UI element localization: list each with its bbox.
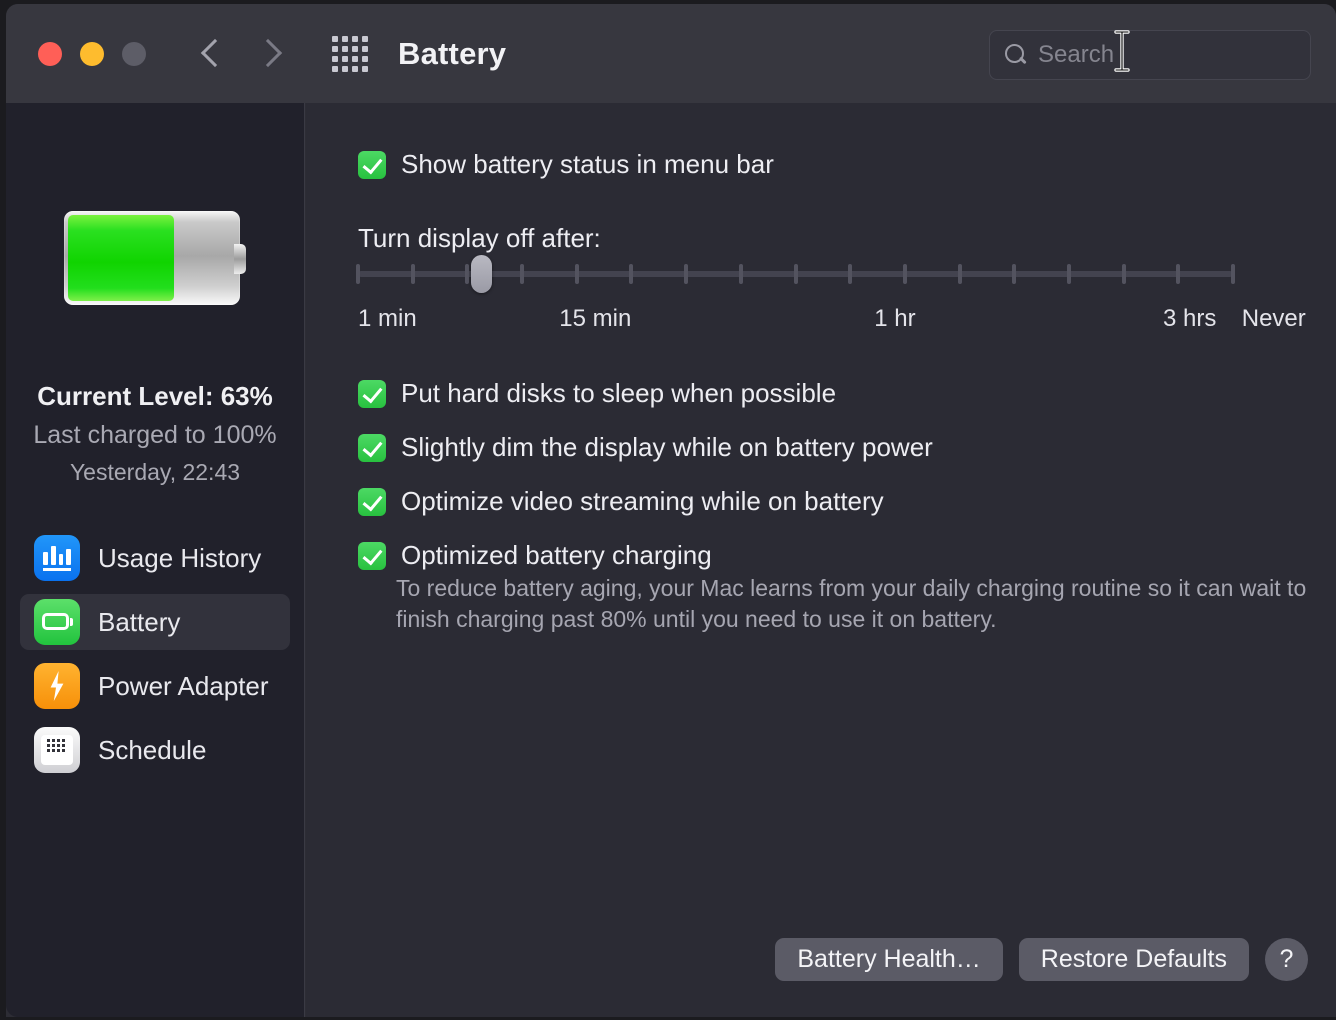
minimize-button[interactable]	[80, 41, 104, 66]
slider-tick	[1012, 264, 1017, 284]
slider-thumb[interactable]	[470, 255, 492, 293]
sidebar-item-usage-history[interactable]: Usage History	[20, 530, 290, 586]
slider-tick-label: Never	[1241, 305, 1306, 332]
slider-tick	[684, 264, 689, 284]
slider-tick	[1176, 264, 1181, 284]
slider-tick	[793, 264, 798, 284]
last-charged-text: Last charged to 100%	[33, 421, 277, 449]
optimized-charging-description: To reduce battery aging, your Mac learns…	[396, 575, 1307, 632]
slider-tick-label: 15 min	[559, 305, 632, 332]
slider-tick	[1231, 264, 1235, 284]
footer-buttons: Battery Health… Restore Defaults ?	[775, 938, 1308, 981]
window-titlebar: Battery	[6, 4, 1336, 103]
checkbox-checked-icon[interactable]	[358, 434, 386, 462]
slider-tick	[520, 264, 525, 284]
slider-track[interactable]	[356, 255, 1235, 293]
battery-graphic-icon	[64, 211, 246, 305]
search-input[interactable]	[1038, 41, 1336, 69]
slider-tick-label: 1 min	[358, 305, 417, 332]
slider-tick	[356, 264, 360, 284]
checkbox-label: Show battery status in menu bar	[401, 149, 774, 179]
forward-chevron-icon	[256, 36, 282, 72]
checkbox-label: Slightly dim the display while on batter…	[401, 432, 933, 462]
current-level-text: Current Level: 63%	[37, 381, 273, 411]
slider-tick	[738, 264, 743, 284]
checkbox-checked-icon[interactable]	[358, 542, 386, 570]
sidebar-item-schedule[interactable]: Schedule	[20, 722, 290, 778]
slider-tick	[1066, 264, 1071, 284]
show-battery-status-checkbox-row[interactable]: Show battery status in menu bar	[358, 149, 774, 179]
turn-display-off-label: Turn display off after:	[358, 223, 601, 253]
slider-tick	[957, 264, 962, 284]
sidebar-item-label: Usage History	[98, 542, 262, 573]
battery-options-checkbox-group: Put hard disks to sleep when possible Sli…	[358, 378, 933, 594]
sidebar-item-power-adapter[interactable]: Power Adapter	[20, 658, 290, 714]
traffic-lights	[38, 41, 146, 66]
slider-tick	[629, 264, 634, 284]
slider-tick-label: 3 hrs	[1163, 305, 1217, 332]
search-icon	[1004, 43, 1028, 67]
sidebar: Current Level: 63% Last charged to 100% …	[6, 103, 305, 1017]
show-all-grid-icon[interactable]	[332, 35, 368, 72]
option-checkbox-row[interactable]: Optimize video streaming while on batter…	[358, 486, 933, 516]
option-checkbox-row[interactable]: Put hard disks to sleep when possible	[358, 378, 933, 408]
restore-defaults-button[interactable]: Restore Defaults	[1018, 938, 1249, 981]
lightning-bolt-icon	[34, 663, 80, 709]
battery-health-button[interactable]: Battery Health…	[775, 938, 1003, 981]
chart-bar-icon	[34, 535, 80, 581]
search-field[interactable]	[989, 30, 1336, 80]
checkbox-checked-icon[interactable]	[358, 488, 386, 516]
help-button[interactable]: ?	[1265, 938, 1308, 981]
option-checkbox-row[interactable]: Slightly dim the display while on batter…	[358, 432, 933, 462]
turn-display-off-slider[interactable]: 1 min 15 min 1 hr 3 hrs Never	[356, 255, 1306, 332]
checkbox-label: Optimize video streaming while on batter…	[401, 486, 884, 516]
navigation-buttons	[200, 36, 282, 72]
battery-icon	[34, 599, 80, 645]
sidebar-item-label: Schedule	[98, 734, 207, 765]
slider-tick	[848, 264, 853, 284]
slider-tick	[465, 264, 470, 284]
close-button[interactable]	[38, 41, 62, 66]
slider-tick	[1121, 264, 1126, 284]
battery-fill-level	[68, 215, 174, 301]
option-checkbox-row[interactable]: Optimized battery charging	[358, 540, 933, 570]
sidebar-item-battery[interactable]: Battery	[20, 594, 290, 650]
checkbox-checked-icon[interactable]	[358, 151, 386, 179]
slider-tick	[902, 264, 907, 284]
page-title: Battery	[398, 35, 507, 71]
main-content: Show battery status in menu bar Turn dis…	[306, 103, 1336, 1017]
calendar-icon	[34, 727, 80, 773]
zoom-button	[122, 41, 146, 66]
sidebar-item-label: Power Adapter	[98, 670, 269, 701]
back-chevron-icon[interactable]	[200, 36, 226, 72]
sidebar-nav-list: Usage History Battery Power Adapter Sche…	[6, 530, 304, 778]
checkbox-label: Put hard disks to sleep when possible	[401, 378, 837, 408]
slider-tick-label: 1 hr	[874, 305, 916, 332]
sidebar-item-label: Battery	[98, 606, 181, 637]
slider-tick	[574, 264, 579, 284]
system-preferences-window: Battery Current Level: 63% Last charged …	[6, 4, 1336, 1017]
checkbox-label: Optimized battery charging	[401, 540, 712, 570]
last-charged-time: Yesterday, 22:43	[69, 459, 241, 485]
checkbox-checked-icon[interactable]	[358, 380, 386, 408]
slider-tick	[410, 264, 415, 284]
